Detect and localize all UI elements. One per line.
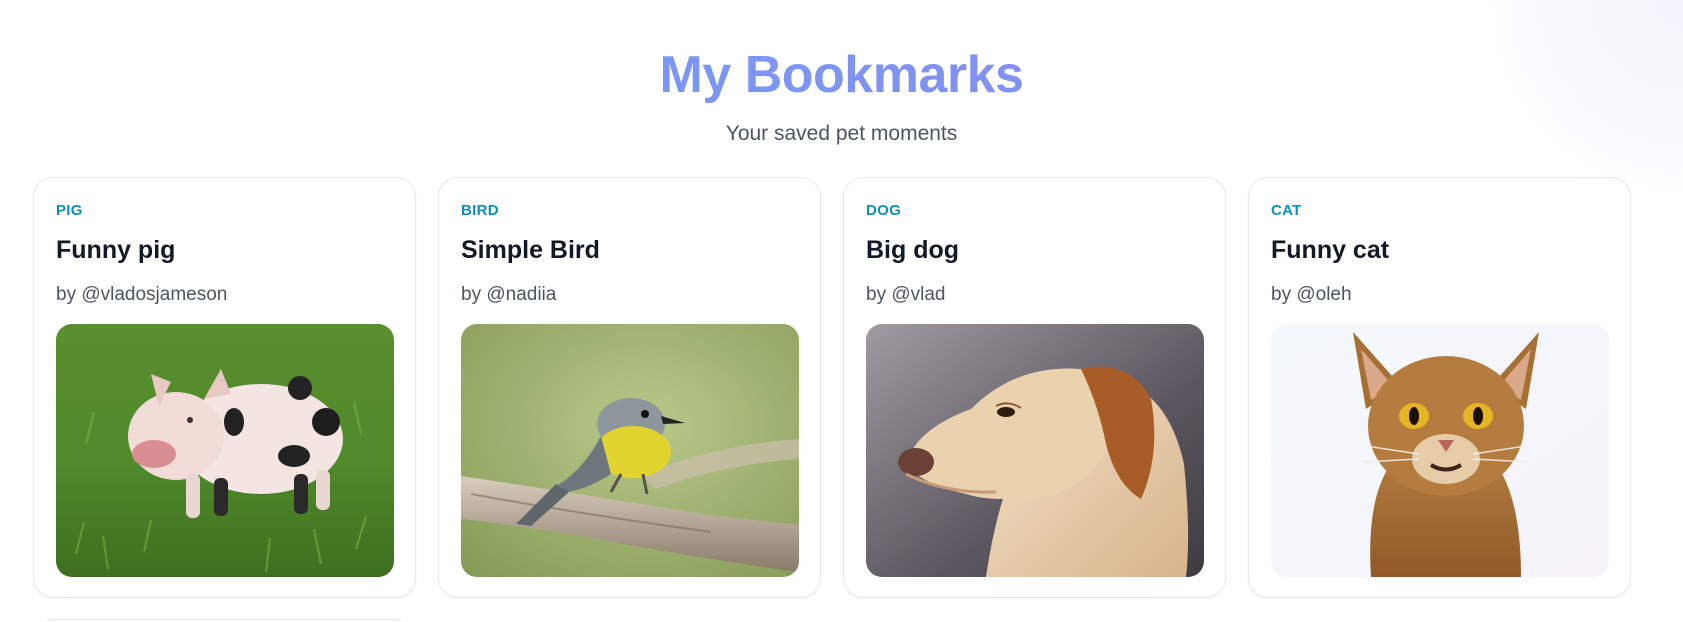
card-author[interactable]: by @nadiia (461, 284, 556, 306)
card-title[interactable]: Simple Bird (461, 236, 600, 265)
bird-photo[interactable] (461, 324, 799, 577)
card-category: PIG (56, 202, 83, 219)
page-subtitle: Your saved pet moments (725, 122, 958, 145)
dog-photo[interactable] (866, 324, 1204, 577)
card-title[interactable]: Funny cat (1271, 236, 1389, 265)
card-category: CAT (1271, 202, 1302, 219)
card-author[interactable]: by @oleh (1271, 284, 1352, 306)
card-category: BIRD (461, 202, 499, 219)
bookmark-card-dog[interactable]: DOG Big dog by @vlad (843, 177, 1226, 598)
pig-photo[interactable] (56, 324, 394, 577)
bookmark-card-cat[interactable]: CAT Funny cat by @oleh (1248, 177, 1631, 598)
card-category: DOG (866, 202, 902, 219)
bookmark-card-pig[interactable]: PIG Funny pig by @vladosjameson (33, 177, 416, 598)
bookmark-card-bird[interactable]: BIRD Simple Bird by @nadiia (438, 177, 821, 598)
bookmarks-grid: PIG Funny pig by @vladosjameson BIRD Sim… (33, 177, 1631, 598)
page-title: My Bookmarks (0, 40, 1683, 110)
card-title[interactable]: Big dog (866, 236, 959, 265)
page-header: My Bookmarks Your saved pet moments (0, 40, 1683, 148)
card-author[interactable]: by @vladosjameson (56, 284, 227, 306)
cat-photo[interactable] (1271, 324, 1609, 577)
card-author[interactable]: by @vlad (866, 284, 946, 306)
card-title[interactable]: Funny pig (56, 236, 175, 265)
